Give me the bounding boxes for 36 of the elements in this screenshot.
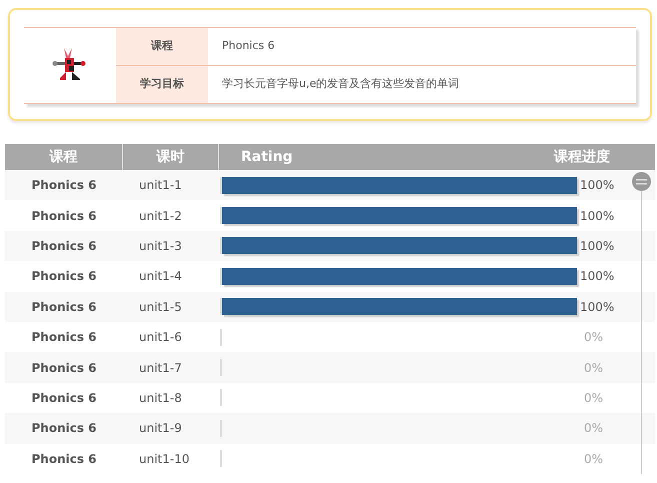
table-cell-text: Phonics 6 [30,268,98,286]
info-label: 课程 [116,28,208,65]
table-cell-text: Phonics 6 [30,208,98,225]
table-cell-text: Phonics 6 [30,329,98,346]
progress-text: 0% [583,450,604,468]
table-cell-text: Phonics 6 [30,238,98,255]
progress-text: 100% [579,238,616,255]
table-cell-text: unit1-2 [138,208,183,225]
progress-text: 0% [583,360,604,377]
progress-text: 0% [583,420,604,438]
info-value: 学习长元音字母u,e的发音及含有这些发音的单词 [221,76,460,92]
info-value: Phonics 6 [221,38,276,54]
table-cell-text: Phonics 6 [30,298,98,316]
table-cell-text: Phonics 6 [30,177,98,194]
table-cell-text: unit1-6 [138,329,183,346]
table-cell-text: unit1-5 [138,298,183,316]
progress-text: 100% [579,177,616,194]
table-cell-text: unit1-3 [138,238,183,255]
progress-text: 100% [579,298,616,316]
table-cell-text: unit1-1 [138,177,183,194]
table-cell-text: unit1-7 [138,360,183,377]
progress-text: 0% [583,329,604,346]
table-cell-text: Phonics 6 [30,420,98,438]
table-cell-text: Phonics 6 [30,450,98,468]
progress-text: 0% [583,390,604,407]
table-cell-text: unit1-4 [138,268,183,286]
table-cell-text: unit1-8 [138,390,183,407]
table-cell-text: unit1-10 [138,450,190,468]
column-header: Rating [240,148,294,166]
column-header: 课程进度 [554,148,610,166]
progress-text: 100% [579,208,616,225]
table-cell-text: unit1-9 [138,420,183,438]
table-cell-text: Phonics 6 [30,360,98,377]
table-cell-text: Phonics 6 [30,390,98,407]
progress-text: 100% [579,268,616,286]
info-label: 学习目标 [116,66,208,103]
